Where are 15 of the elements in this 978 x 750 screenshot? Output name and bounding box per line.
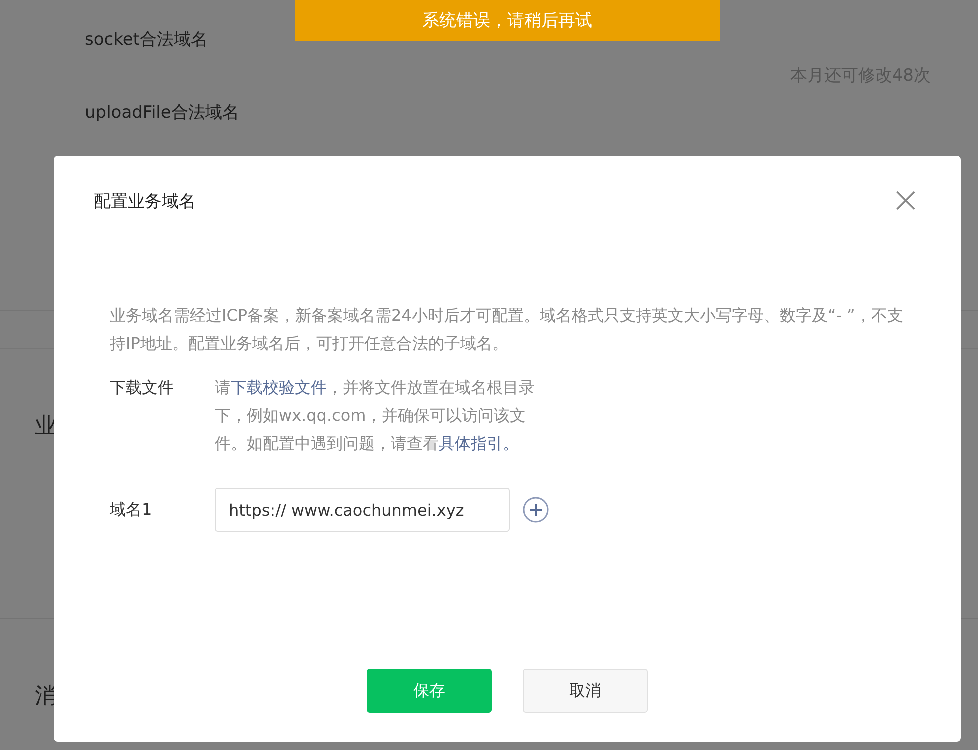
field-label: 域名1 [110, 499, 154, 521]
section-title: 业 [35, 414, 57, 439]
link[interactable]: 具体指引。 [439, 434, 519, 453]
row-label: uploadFile合法域名 [85, 102, 240, 124]
dialog-title: 配置业务域名 [94, 190, 196, 212]
add-icon[interactable] [523, 497, 549, 523]
link[interactable]: 下载校验文件 [231, 378, 327, 397]
close-button[interactable]: × [890, 186, 921, 216]
error-toast: 系统错误，请稍后再试 [295, 0, 720, 41]
instruction-text: 请下载校验文件，并将文件放置在域名根目录下，例如wx.qq.com，并确保可以访问该文件。如配置中遇到问题，请查看具体指引。 [215, 377, 536, 455]
cancel-button[interactable]: 取消 [523, 669, 648, 713]
domain-input[interactable]: https:// www.caochunmei.xyz [215, 488, 510, 532]
description-text: 业务域名需经过ICP备案，新备案域名需24小时后才可配置。域名格式只支持英文大小写字母、数字及“- ”，不支持IP地址。配置业务域名后，可打开任意合法的子域名。 [110, 305, 904, 355]
field-label: 下载文件 [110, 377, 175, 399]
row-label: socket合法域名 [85, 28, 208, 50]
